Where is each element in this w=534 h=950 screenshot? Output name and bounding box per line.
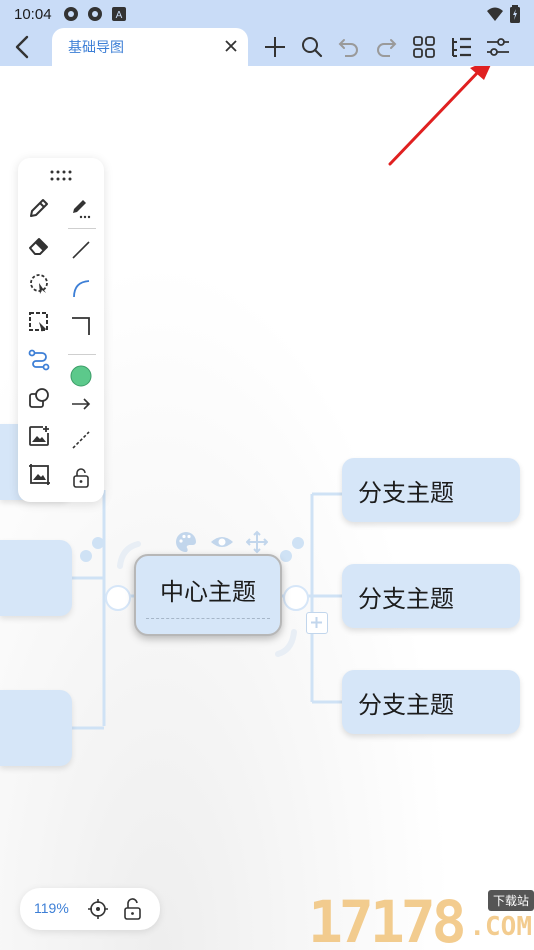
- tool-palette: [18, 158, 104, 502]
- move-icon[interactable]: [245, 530, 269, 554]
- wifi-icon: [486, 6, 504, 26]
- outline-icon[interactable]: [448, 34, 474, 60]
- image-icon[interactable]: [27, 462, 51, 486]
- document-tab-title: 基础导图: [68, 40, 124, 56]
- unlock-icon[interactable]: [121, 897, 145, 921]
- zoom-bar: 119%: [20, 888, 160, 930]
- palette-divider: [68, 354, 96, 355]
- add-child-icon[interactable]: [306, 612, 328, 634]
- dashed-line-icon[interactable]: [69, 428, 93, 452]
- arrow-icon[interactable]: [69, 392, 93, 416]
- color-swatch[interactable]: [69, 364, 93, 388]
- image-add-icon[interactable]: [27, 424, 51, 448]
- svg-text:A: A: [115, 10, 122, 21]
- branch-topic-label: 分支主题: [358, 478, 454, 507]
- left-collapse-handle: [105, 585, 131, 611]
- palette-divider: [68, 228, 96, 229]
- corner-line-icon[interactable]: [69, 314, 93, 338]
- status-bar: 10:04 A: [0, 0, 534, 28]
- right-collapse-handle: [283, 585, 309, 611]
- watermark-digits: 17178: [308, 888, 467, 950]
- left-branch-node[interactable]: [0, 540, 72, 616]
- notification-icon: [62, 5, 80, 23]
- back-icon[interactable]: [8, 32, 36, 62]
- watermark-site-label: 下载站: [487, 890, 534, 911]
- connector-icon[interactable]: [27, 348, 51, 372]
- locate-center-icon[interactable]: [86, 897, 110, 921]
- zoom-level[interactable]: 119%: [34, 900, 69, 916]
- drag-handle-icon[interactable]: [49, 168, 73, 182]
- lock-icon[interactable]: [69, 466, 93, 490]
- branch-topic-node[interactable]: 分支主题: [342, 458, 520, 522]
- top-toolbar: 基础导图: [0, 28, 534, 66]
- document-tab[interactable]: 基础导图: [52, 28, 248, 66]
- line-icon[interactable]: [69, 238, 93, 262]
- app-a-icon: A: [110, 5, 128, 23]
- grid-icon[interactable]: [411, 34, 437, 60]
- watermark-domain: .COM: [469, 912, 532, 942]
- status-time: 10:04: [14, 5, 52, 23]
- shape-icon[interactable]: [27, 386, 51, 410]
- eraser-icon[interactable]: [27, 234, 51, 258]
- close-icon[interactable]: [222, 37, 240, 55]
- pencil-icon[interactable]: [27, 196, 51, 220]
- palette-icon[interactable]: [174, 530, 198, 554]
- notification-icon: [86, 5, 104, 23]
- lasso-icon[interactable]: [27, 272, 51, 296]
- marker-icon[interactable]: [69, 196, 93, 220]
- redo-icon[interactable]: [373, 34, 399, 60]
- add-icon[interactable]: [262, 34, 288, 60]
- branch-topic-node[interactable]: 分支主题: [342, 564, 520, 628]
- center-topic-node[interactable]: 中心主题: [134, 554, 282, 636]
- select-box-icon[interactable]: [27, 310, 51, 334]
- branch-topic-label: 分支主题: [358, 584, 454, 613]
- left-branch-node[interactable]: [0, 690, 72, 766]
- battery-icon: [510, 5, 520, 27]
- center-topic-divider: [146, 618, 270, 619]
- arc-icon[interactable]: [69, 276, 93, 300]
- branch-topic-node[interactable]: 分支主题: [342, 670, 520, 734]
- undo-icon[interactable]: [336, 34, 362, 60]
- branch-topic-label: 分支主题: [358, 690, 454, 719]
- center-topic-label: 中心主题: [160, 578, 256, 606]
- search-icon[interactable]: [299, 34, 325, 60]
- watermark-logo: 17178 下载站 .COM: [308, 888, 534, 950]
- settings-sliders-icon[interactable]: [485, 34, 511, 60]
- eye-icon[interactable]: [210, 532, 234, 552]
